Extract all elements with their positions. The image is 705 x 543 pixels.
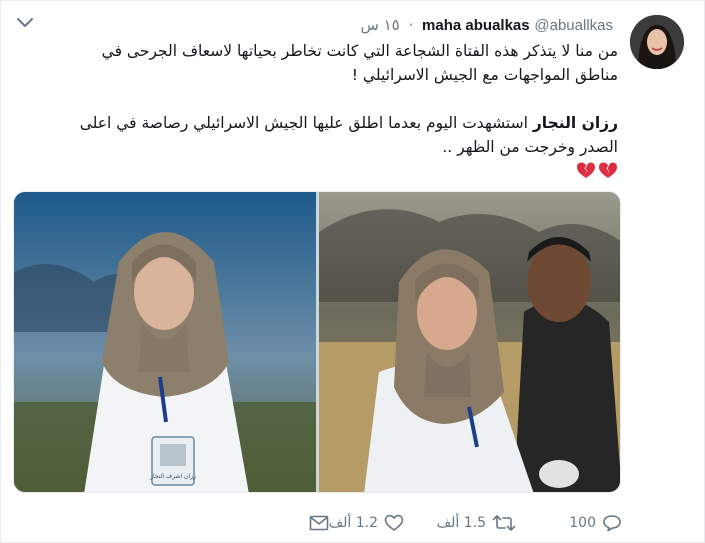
like-count: 1.2 ألف [328,515,378,531]
badge-text: رزان اشرف النجار [149,473,196,480]
media-grid: رزان اشرف النجار [13,191,621,493]
emoji-row [576,161,618,181]
photo-left[interactable]: رزان اشرف النجار [14,192,316,492]
reply-button[interactable]: 100 [569,509,622,537]
tweet-timestamp[interactable]: ١٥ س [360,16,399,34]
bold-name: رزان النجار [532,114,618,132]
chevron-down-icon[interactable] [15,15,35,31]
tweet-line-2: مناطق المواجهات مع الجيش الاسرائيلي ! [351,66,618,84]
tweet-card: maha abualkas @abuallkas · ١٥ س من منا ل… [0,0,705,543]
broken-heart-icon [598,161,618,181]
tweet-line-3: رزان النجار استشهدت اليوم بعدما اطلق علي… [18,111,618,135]
reply-count: 100 [569,515,596,531]
tweet-line-4: الصدر وخرجت من الظهر .. [442,138,618,156]
retweet-icon [492,514,516,532]
envelope-icon [309,515,329,531]
tweet-header: maha abualkas @abuallkas · ١٥ س [360,14,618,36]
action-bar: 100 1.5 ألف 1.2 ألف [1,509,705,537]
tweet-text: من منا لا يتذكر هذه الفتاة الشجاعة التي … [18,39,618,188]
retweet-button[interactable]: 1.5 ألف [437,509,516,537]
user-handle[interactable]: @abuallkas [534,17,613,34]
tweet-line-1: من منا لا يتذكر هذه الفتاة الشجاعة التي … [101,42,618,60]
direct-message-button[interactable] [309,509,329,537]
display-name[interactable]: maha abualkas [422,17,530,34]
avatar[interactable] [630,15,684,69]
broken-heart-icon [576,161,596,181]
like-button[interactable]: 1.2 ألف [329,509,404,537]
tweet-line-3-rest: استشهدت اليوم بعدما اطلق عليها الجيش الا… [79,114,533,132]
heart-icon [384,514,404,532]
retweet-count: 1.5 ألف [436,515,486,531]
photo-right[interactable] [319,192,620,492]
reply-icon [602,514,622,532]
separator-dot: · [408,16,414,34]
